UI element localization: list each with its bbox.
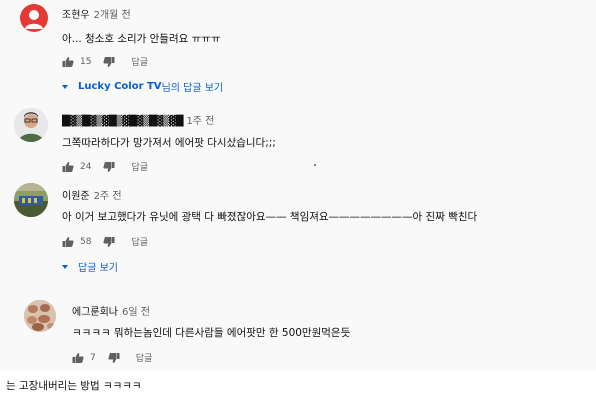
like-count: 15 xyxy=(80,56,92,67)
view-replies-button[interactable]: 답글 보기 xyxy=(62,259,118,274)
photo-icon xyxy=(24,300,56,332)
comment-text: 아 이거 보고했다가 유닛에 광택 다 빠졌잖아요—— 책임져요————————… xyxy=(62,211,478,223)
view-replies-label: 답글 보기 xyxy=(78,263,118,274)
comment-actions: 24 답글 xyxy=(62,160,148,173)
caption-text: 는 고장내버리는 방법 ㅋㅋㅋㅋ xyxy=(6,380,142,392)
comment-author[interactable]: 이원준 xyxy=(62,191,90,202)
comment-author[interactable]: 에그룬회나 xyxy=(72,307,118,318)
photo-icon xyxy=(14,183,48,217)
thumbs-down-icon[interactable] xyxy=(103,236,115,248)
comments-panel: 조현우 2개월 전 아... 청소호 소리가 안들려요 ㅠㅠㅠ 15 답글 Luc… xyxy=(0,0,596,370)
comment-time[interactable]: 1주 전 xyxy=(186,116,214,127)
comment-author-line: 에그룬회나 6일 전 xyxy=(72,303,150,318)
comment-actions: 58 답글 xyxy=(62,235,148,248)
comment-time[interactable]: 6일 전 xyxy=(122,307,150,318)
person-photo-icon xyxy=(14,108,48,142)
comment-text: 아... 청소호 소리가 안들려요 ㅠㅠㅠ xyxy=(62,33,221,45)
comment-author[interactable]: █▓▒█▓▒▓█▒▓█▓▒█▓▒▓█ xyxy=(62,116,183,127)
comment-actions: 15 답글 xyxy=(62,55,148,68)
reply-button[interactable]: 답글 xyxy=(136,351,153,364)
person-icon xyxy=(25,10,43,29)
chevron-down-icon xyxy=(62,264,68,269)
chevron-down-icon xyxy=(62,84,68,89)
like-count: 24 xyxy=(80,161,92,172)
comment-text: 그쪽따라하다가 망가져서 에어팟 다시샀습니다;;; xyxy=(62,137,276,149)
comment-time[interactable]: 2개월 전 xyxy=(94,10,131,21)
reply-button[interactable]: 답글 xyxy=(131,160,148,173)
thumbs-up-icon[interactable] xyxy=(62,56,74,68)
thumbs-up-icon[interactable] xyxy=(62,161,74,173)
comment-author-line: 조현우 2개월 전 xyxy=(62,6,131,21)
avatar[interactable] xyxy=(14,108,48,142)
comment-actions: 7 답글 xyxy=(72,351,152,364)
stray-dot xyxy=(314,164,316,166)
comment-text: ㅋㅋㅋㅋ 뭐하는놈인데 다른사람들 에어팟만 한 500만원먹은듯 xyxy=(72,327,351,339)
avatar[interactable] xyxy=(14,183,48,217)
thumbs-up-icon[interactable] xyxy=(62,236,74,248)
thumbs-down-icon[interactable] xyxy=(103,161,115,173)
thumbs-down-icon[interactable] xyxy=(108,352,120,364)
reply-button[interactable]: 답글 xyxy=(131,235,148,248)
avatar[interactable] xyxy=(20,4,48,32)
view-replies-button[interactable]: Lucky Color TV 님의 답글 보기 xyxy=(62,79,223,94)
comment-author[interactable]: 조현우 xyxy=(62,10,90,21)
comment-time[interactable]: 2주 전 xyxy=(94,191,122,202)
avatar[interactable] xyxy=(24,300,56,332)
thumbs-down-icon[interactable] xyxy=(103,56,115,68)
view-replies-label: 님의 답글 보기 xyxy=(161,83,224,94)
comment-author-line: █▓▒█▓▒▓█▒▓█▓▒█▓▒▓█ 1주 전 xyxy=(62,112,214,127)
thumbs-up-icon[interactable] xyxy=(72,352,84,364)
reply-author-name: Lucky Color TV xyxy=(78,81,162,92)
comment-author-line: 이원준 2주 전 xyxy=(62,187,122,202)
like-count: 58 xyxy=(80,236,92,247)
reply-button[interactable]: 답글 xyxy=(131,55,148,68)
like-count: 7 xyxy=(90,352,96,363)
